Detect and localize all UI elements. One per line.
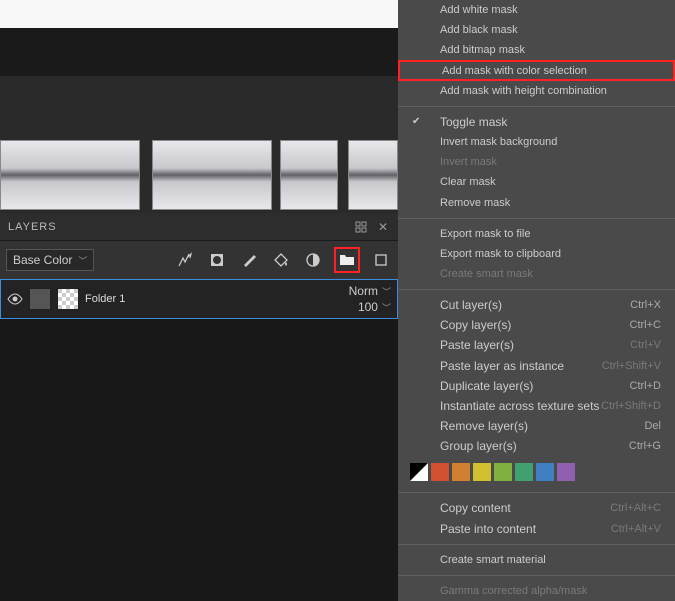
opacity-value[interactable]: 100: [358, 300, 378, 314]
texture-thumb[interactable]: [280, 140, 338, 210]
menu-copy-layers[interactable]: Copy layer(s)Ctrl+C: [398, 315, 675, 335]
smart-material-icon[interactable]: [302, 249, 324, 271]
layer-name[interactable]: Folder 1: [85, 293, 125, 305]
swatch-color[interactable]: [536, 463, 554, 481]
shortcut: Ctrl+D: [630, 380, 661, 392]
menu-paste-instance: Paste layer as instanceCtrl+Shift+V: [398, 356, 675, 376]
menu-add-bitmap-mask[interactable]: Add bitmap mask: [398, 40, 675, 60]
swatch-color[interactable]: [452, 463, 470, 481]
swatch-color[interactable]: [473, 463, 491, 481]
menu-group-layers[interactable]: Group layer(s)Ctrl+G: [398, 436, 675, 456]
shortcut: Ctrl+V: [630, 339, 661, 351]
texture-thumb[interactable]: [0, 140, 140, 210]
menu-remove-mask[interactable]: Remove mask: [398, 193, 675, 213]
layer-row[interactable]: Folder 1 Norm ﹀ 100 ﹀: [0, 279, 398, 319]
menu-add-white-mask[interactable]: Add white mask: [398, 0, 675, 20]
chevron-down-icon: ﹀: [382, 285, 391, 298]
layers-toolbar: Base Color ﹀: [0, 241, 398, 279]
layers-header: LAYERS ✕: [0, 213, 398, 241]
menu-separator: [398, 492, 675, 493]
color-swatch-row: [398, 460, 675, 483]
shortcut: Ctrl+G: [629, 440, 661, 452]
texture-thumb[interactable]: [152, 140, 272, 210]
channel-dropdown[interactable]: Base Color ﹀: [6, 249, 94, 271]
check-icon: ✔: [412, 116, 420, 127]
menu-remove-layers[interactable]: Remove layer(s)Del: [398, 416, 675, 436]
menu-invert-mask: Invert mask: [398, 152, 675, 172]
add-folder-button[interactable]: [334, 247, 360, 273]
swatch-color[interactable]: [515, 463, 533, 481]
effects-icon[interactable]: [174, 249, 196, 271]
menu-create-smart-mask: Create smart mask: [398, 264, 675, 284]
add-layer-icon[interactable]: [370, 249, 392, 271]
menu-paste-content: Paste into contentCtrl+Alt+V: [398, 518, 675, 538]
menu-instantiate-across: Instantiate across texture setsCtrl+Shif…: [398, 396, 675, 416]
menu-copy-content: Copy contentCtrl+Alt+C: [398, 498, 675, 518]
shortcut: Ctrl+Alt+V: [611, 523, 661, 535]
menu-separator: [398, 218, 675, 219]
menu-separator: [398, 544, 675, 545]
menu-separator: [398, 575, 675, 576]
shortcut: Ctrl+Alt+C: [610, 502, 661, 514]
mask-icon[interactable]: [206, 249, 228, 271]
shortcut: Ctrl+X: [630, 299, 661, 311]
brush-icon[interactable]: [238, 249, 260, 271]
menu-clear-mask[interactable]: Clear mask: [398, 172, 675, 192]
chevron-down-icon: ﹀: [382, 301, 391, 314]
menu-export-mask-clipboard[interactable]: Export mask to clipboard: [398, 244, 675, 264]
canvas-white-strip: [0, 0, 398, 28]
menu-gamma-corrected: Gamma corrected alpha/mask: [398, 581, 675, 601]
menu-add-black-mask[interactable]: Add black mask: [398, 20, 675, 40]
menu-add-mask-height[interactable]: Add mask with height combination: [398, 81, 675, 101]
dropdown-label: Base Color: [13, 253, 72, 267]
panel-title: LAYERS: [8, 221, 57, 233]
layers-panel: LAYERS ✕ Base Color ﹀ Folder 1 Norm ﹀: [0, 213, 398, 319]
menu-separator: [398, 106, 675, 107]
menu-toggle-mask[interactable]: ✔Toggle mask: [398, 112, 675, 132]
swatch-color[interactable]: [557, 463, 575, 481]
canvas-area: [0, 0, 398, 213]
visibility-icon[interactable]: [7, 291, 23, 307]
menu-duplicate-layers[interactable]: Duplicate layer(s)Ctrl+D: [398, 376, 675, 396]
swatch-none[interactable]: [410, 463, 428, 481]
menu-export-mask-file[interactable]: Export mask to file: [398, 224, 675, 244]
menu-invert-mask-bg[interactable]: Invert mask background: [398, 132, 675, 152]
context-menu: Add white mask Add black mask Add bitmap…: [398, 0, 675, 601]
blend-mode[interactable]: Norm: [349, 284, 378, 298]
menu-separator: [398, 289, 675, 290]
shortcut: Ctrl+Shift+V: [602, 360, 661, 372]
swatch-color[interactable]: [494, 463, 512, 481]
grid-icon[interactable]: [354, 220, 368, 234]
menu-cut-layers[interactable]: Cut layer(s)Ctrl+X: [398, 295, 675, 315]
swatch-color[interactable]: [431, 463, 449, 481]
layer-thumbnail: [29, 288, 51, 310]
menu-paste-layers: Paste layer(s)Ctrl+V: [398, 335, 675, 355]
fill-icon[interactable]: [270, 249, 292, 271]
mask-thumbnail: [57, 288, 79, 310]
close-icon[interactable]: ✕: [376, 220, 390, 234]
chevron-down-icon: ﹀: [78, 254, 87, 267]
shortcut: Ctrl+C: [630, 319, 661, 331]
menu-add-mask-color-selection[interactable]: Add mask with color selection: [398, 60, 675, 80]
shortcut: Del: [644, 420, 661, 432]
menu-create-smart-material[interactable]: Create smart material: [398, 550, 675, 570]
texture-thumb[interactable]: [348, 140, 398, 210]
shortcut: Ctrl+Shift+D: [601, 400, 661, 412]
